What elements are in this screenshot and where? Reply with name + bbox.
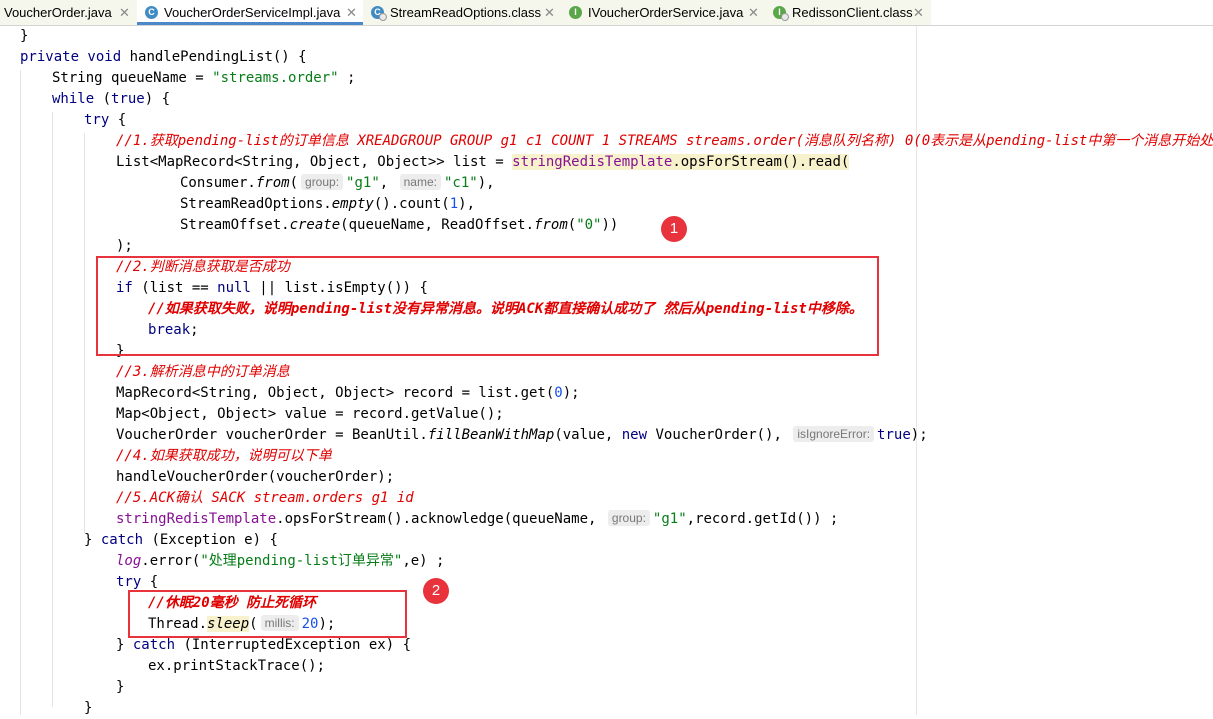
code-line: private void handlePendingList() { bbox=[20, 49, 307, 65]
tab-ivoucher-order-service[interactable]: I IVoucherOrderService.java ✕ bbox=[561, 0, 765, 25]
tab-redisson-client[interactable]: I RedissonClient.class ✕ bbox=[765, 0, 931, 25]
code-line: StreamOffset.create(queueName, ReadOffse… bbox=[180, 217, 619, 233]
code-line: StreamReadOptions.empty().count(1), bbox=[180, 196, 476, 212]
code-line: VoucherOrder voucherOrder = BeanUtil.fil… bbox=[116, 426, 928, 443]
indent-guide bbox=[20, 70, 21, 715]
code-line: String queueName = "streams.order" ; bbox=[52, 70, 356, 86]
tab-stream-read-options[interactable]: C StreamReadOptions.class ✕ bbox=[363, 0, 561, 25]
compiled-interface-icon: I bbox=[773, 6, 789, 21]
code-line: log.error("处理pending-list订单异常",e) ; bbox=[116, 553, 445, 569]
tab-label: StreamReadOptions.class bbox=[390, 5, 542, 20]
code-line: } catch (InterruptedException ex) { bbox=[116, 637, 412, 653]
compiled-class-icon: C bbox=[371, 6, 387, 21]
tab-label: VoucherOrderServiceImpl.java bbox=[164, 5, 341, 20]
code-line: while (true) { bbox=[52, 91, 171, 107]
code-line: } bbox=[116, 679, 125, 695]
indent-guide bbox=[52, 112, 53, 707]
param-hint: group: bbox=[301, 174, 344, 190]
close-icon[interactable]: ✕ bbox=[913, 0, 924, 25]
interface-icon: I bbox=[569, 6, 582, 19]
tab-label: VoucherOrder.java bbox=[4, 5, 112, 20]
code-line: ex.printStackTrace(); bbox=[148, 658, 326, 674]
code-line: Consumer.from(group: "g1", name: "c1"), bbox=[180, 174, 495, 191]
code-comment: //1.获取pending-list的订单信息 XREADGROUP GROUP… bbox=[116, 133, 1213, 149]
code-line: List<MapRecord<String, Object, Object>> … bbox=[116, 154, 850, 170]
code-line: Map<Object, Object> value = record.getVa… bbox=[116, 406, 504, 422]
code-line: handleVoucherOrder(voucherOrder); bbox=[116, 469, 395, 485]
right-margin-line bbox=[916, 26, 917, 715]
tab-voucher-order-service-impl[interactable]: C VoucherOrderServiceImpl.java ✕ bbox=[137, 0, 363, 25]
param-hint: isIgnoreError: bbox=[793, 426, 875, 442]
param-hint: group: bbox=[607, 510, 650, 526]
tab-voucher-order[interactable]: VoucherOrder.java ✕ bbox=[0, 0, 137, 25]
editor-tab-bar: VoucherOrder.java ✕ C VoucherOrderServic… bbox=[0, 0, 1213, 26]
annotation-badge-1: 1 bbox=[661, 216, 687, 242]
tab-label: RedissonClient.class bbox=[792, 5, 913, 20]
annotation-box-2 bbox=[128, 590, 407, 638]
code-line: stringRedisTemplate.opsForStream().ackno… bbox=[116, 510, 839, 527]
close-icon[interactable]: ✕ bbox=[119, 0, 130, 25]
annotation-box-1 bbox=[96, 256, 879, 356]
param-hint: name: bbox=[399, 174, 441, 190]
code-line: } bbox=[20, 28, 29, 44]
close-icon[interactable]: ✕ bbox=[346, 0, 357, 25]
code-line: ); bbox=[116, 238, 133, 254]
class-icon: C bbox=[145, 6, 158, 19]
tab-label: IVoucherOrderService.java bbox=[588, 5, 744, 20]
annotation-badge-2: 2 bbox=[423, 578, 449, 604]
close-icon[interactable]: ✕ bbox=[544, 0, 555, 25]
close-icon[interactable]: ✕ bbox=[748, 0, 759, 25]
code-comment: //5.ACK确认 SACK stream.orders g1 id bbox=[116, 490, 414, 506]
code-line: try { bbox=[84, 112, 127, 128]
code-line: } catch (Exception e) { bbox=[84, 532, 278, 548]
code-comment: //3.解析消息中的订单消息 bbox=[116, 364, 290, 380]
code-line: MapRecord<String, Object, Object> record… bbox=[116, 385, 580, 401]
code-comment: //4.如果获取成功，说明可以下单 bbox=[116, 448, 332, 464]
code-line: } bbox=[84, 700, 93, 716]
indent-guide bbox=[84, 133, 85, 533]
